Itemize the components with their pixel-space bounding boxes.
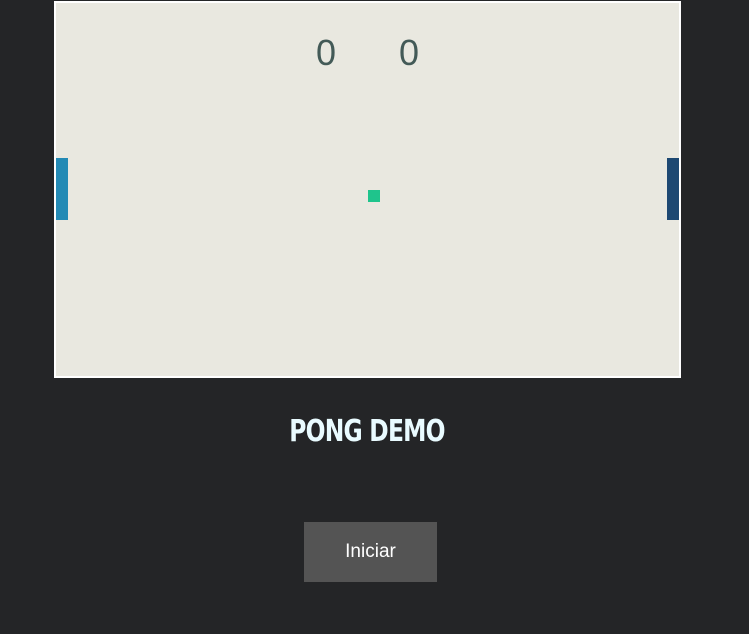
start-button[interactable]: Iniciar bbox=[304, 522, 437, 582]
ball bbox=[368, 190, 380, 202]
score-right: 0 bbox=[399, 32, 420, 73]
score-left: 0 bbox=[316, 32, 337, 73]
paddle-right bbox=[667, 158, 679, 220]
paddle-left bbox=[56, 158, 68, 220]
game-title: PONG DEMO bbox=[289, 414, 445, 449]
game-court: 0 0 bbox=[54, 1, 681, 378]
